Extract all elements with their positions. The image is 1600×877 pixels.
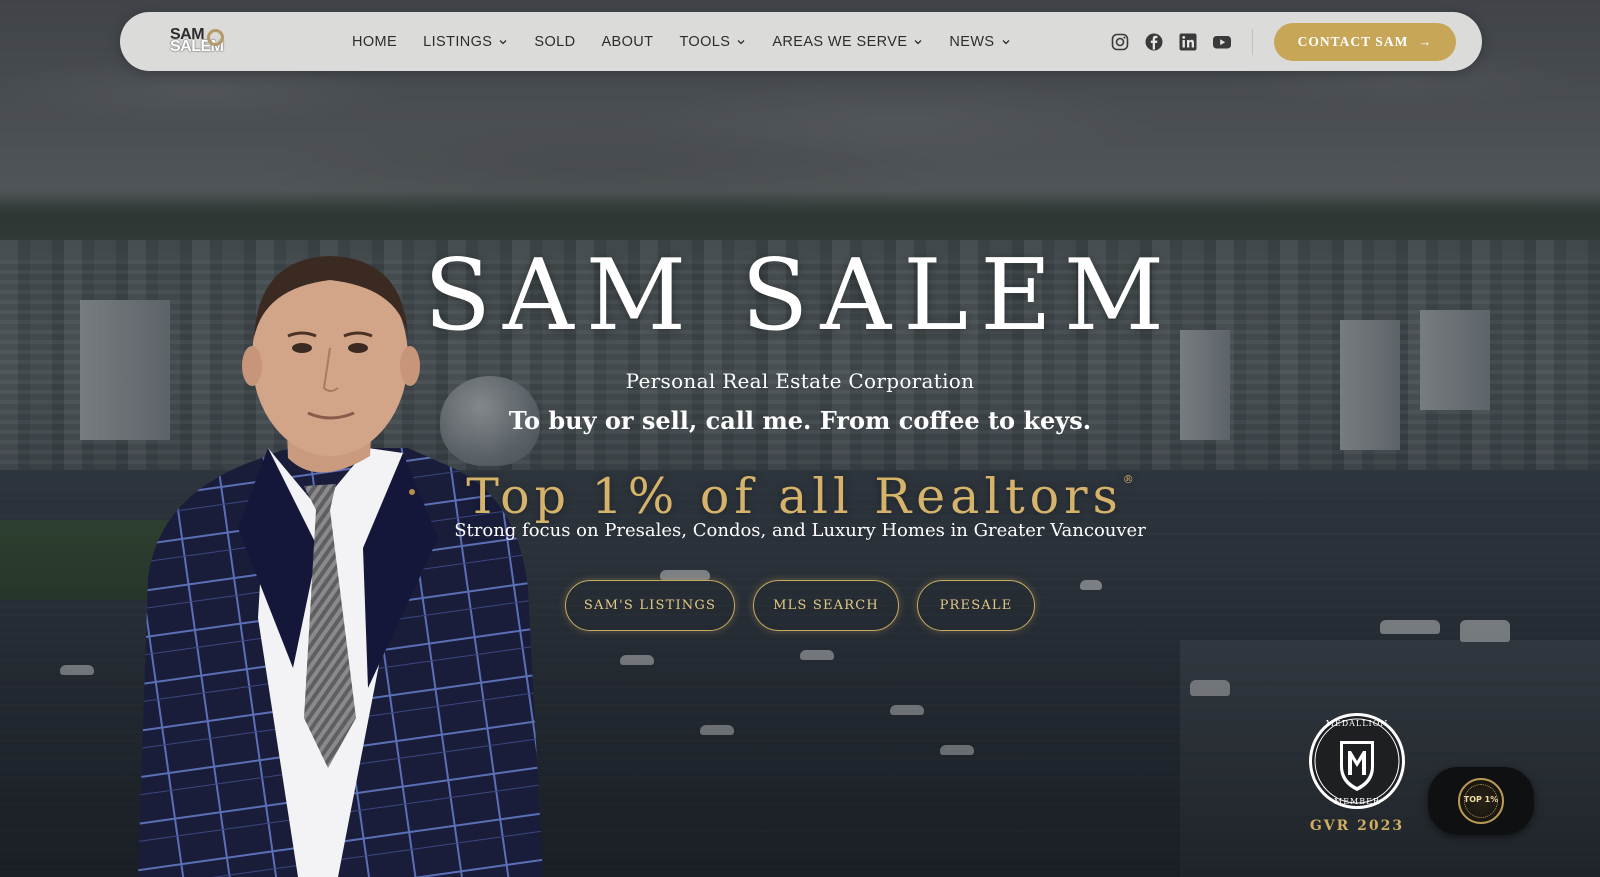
hero-cta-group: SAM'S LISTINGS MLS SEARCH PRESALE xyxy=(0,580,1600,631)
nav-listings-label: LISTINGS xyxy=(423,33,493,50)
nav-news-label: NEWS xyxy=(949,33,995,50)
site-logo[interactable]: SAM SALEM xyxy=(170,27,230,57)
nav-news[interactable]: NEWS xyxy=(949,34,1010,50)
sams-listings-button[interactable]: SAM'S LISTINGS xyxy=(565,580,735,631)
hero-focus: Strong focus on Presales, Condos, and Lu… xyxy=(454,520,1146,541)
top-one-percent-seal: TOP 1% xyxy=(1458,778,1504,824)
logo-mark-icon xyxy=(207,29,224,46)
hero-tagline: To buy or sell, call me. From coffee to … xyxy=(508,406,1092,435)
linkedin-icon[interactable] xyxy=(1178,32,1198,52)
nav-sold[interactable]: SOLD xyxy=(534,34,575,50)
nav-home[interactable]: HOME xyxy=(352,34,397,50)
chevron-down-icon xyxy=(1002,39,1009,44)
medallion-ring-text: MEDALLION xyxy=(1326,719,1389,728)
nav-tools[interactable]: TOOLS xyxy=(679,34,746,50)
top-one-percent-widget[interactable]: TOP 1% xyxy=(1428,767,1534,835)
nav-tools-label: TOOLS xyxy=(679,33,731,50)
hero-name: SAM SALEM xyxy=(423,239,1177,353)
mls-search-button[interactable]: MLS SEARCH xyxy=(753,580,899,631)
arrow-right-icon: → xyxy=(1418,34,1433,49)
contact-sam-button[interactable]: CONTACT SAM → xyxy=(1274,23,1456,61)
nav-listings[interactable]: LISTINGS xyxy=(423,34,508,50)
youtube-icon[interactable] xyxy=(1212,32,1232,52)
facebook-icon[interactable] xyxy=(1144,32,1164,52)
top-navbar: SAM SALEM HOME LISTINGS SOLD ABOUT TOOLS… xyxy=(120,12,1482,71)
instagram-icon[interactable] xyxy=(1110,32,1130,52)
nav-home-label: HOME xyxy=(352,33,398,50)
hero-highlight: Top 1% of all Realtors® xyxy=(0,452,1600,525)
nav-areas-label: AREAS WE SERVE xyxy=(772,33,908,50)
registered-mark: ® xyxy=(1122,473,1134,486)
nav-about[interactable]: ABOUT xyxy=(601,34,653,50)
social-links xyxy=(1110,30,1246,54)
nav-divider xyxy=(1252,29,1253,55)
presale-button[interactable]: PRESALE xyxy=(917,580,1035,631)
nav-areas-we-serve[interactable]: AREAS WE SERVE xyxy=(772,34,923,50)
nav-sold-label: SOLD xyxy=(534,33,576,50)
hero-highlight-text: Top 1% of all Realtors xyxy=(466,468,1123,525)
medallion-member-text: MEMBER xyxy=(1334,797,1380,806)
mls-medallion-badge: MEDALLION MEMBER xyxy=(1307,711,1407,811)
chevron-down-icon xyxy=(499,39,507,44)
hero-corporation: Personal Real Estate Corporation xyxy=(625,369,975,393)
chevron-down-icon xyxy=(737,39,745,44)
nav-about-label: ABOUT xyxy=(601,33,654,50)
top-one-percent-text: TOP 1% xyxy=(1463,795,1499,804)
chevron-down-icon xyxy=(914,39,922,44)
contact-sam-label: CONTACT SAM xyxy=(1297,34,1409,49)
main-nav: HOME LISTINGS SOLD ABOUT TOOLS AREAS WE … xyxy=(352,12,1037,71)
medallion-caption: GVR 2023 xyxy=(1309,818,1405,834)
